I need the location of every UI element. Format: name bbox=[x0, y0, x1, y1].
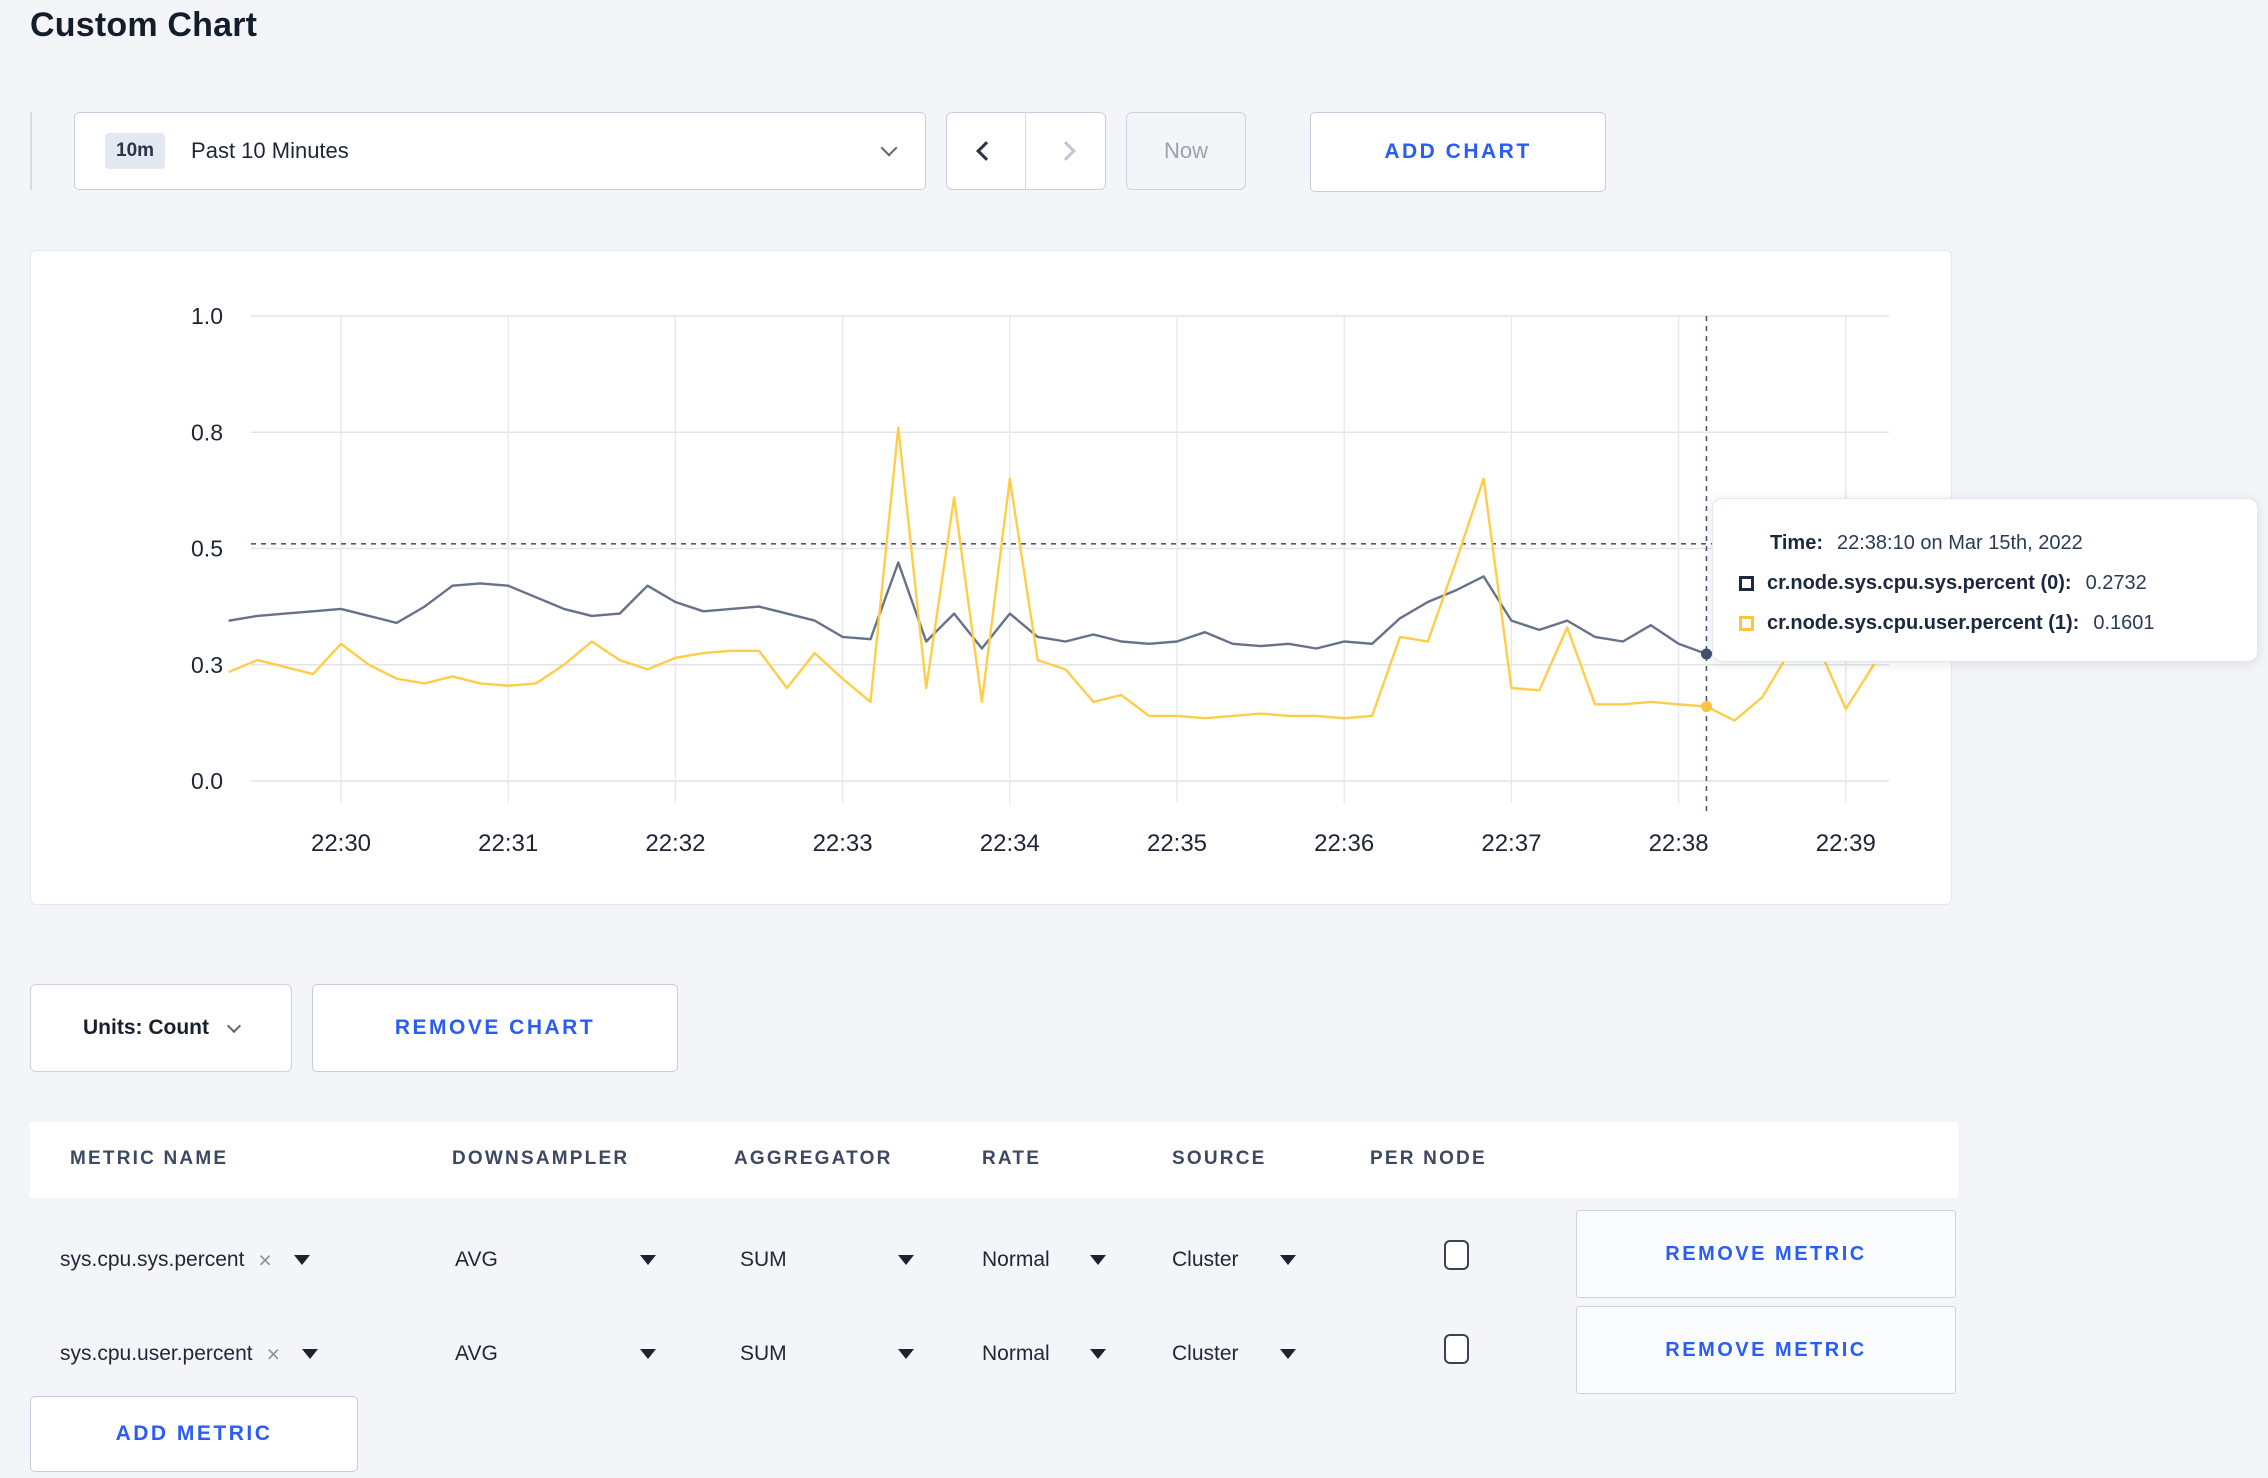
now-button[interactable]: Now bbox=[1126, 112, 1246, 190]
tooltip-time-label: Time: bbox=[1770, 531, 1823, 554]
per-node-checkbox[interactable] bbox=[1444, 1240, 1469, 1270]
svg-text:22:35: 22:35 bbox=[1147, 830, 1207, 857]
clear-metric-icon[interactable]: × bbox=[267, 1341, 280, 1368]
clear-metric-icon[interactable]: × bbox=[258, 1247, 271, 1274]
chevron-right-icon bbox=[1055, 141, 1076, 161]
source-select[interactable]: Cluster bbox=[1172, 1334, 1296, 1374]
add-chart-button[interactable]: ADD CHART bbox=[1310, 112, 1606, 192]
svg-text:22:39: 22:39 bbox=[1816, 830, 1876, 857]
svg-text:1.0: 1.0 bbox=[191, 303, 223, 329]
caret-down-icon bbox=[898, 1349, 914, 1359]
add-metric-button[interactable]: ADD METRIC bbox=[30, 1396, 358, 1472]
svg-text:22:38: 22:38 bbox=[1649, 830, 1709, 857]
tooltip-series-name: cr.node.sys.cpu.sys.percent (0): bbox=[1767, 571, 2072, 594]
prev-window-button[interactable] bbox=[947, 113, 1026, 189]
rate-value: Normal bbox=[982, 1248, 1050, 1271]
tooltip-time-row: Time: 22:38:10 on Mar 15th, 2022 bbox=[1739, 523, 2247, 563]
column-header-downsampler: DOWNSAMPLER bbox=[452, 1148, 630, 1169]
svg-text:22:32: 22:32 bbox=[645, 830, 705, 857]
svg-text:22:34: 22:34 bbox=[980, 830, 1040, 857]
time-range-badge: 10m bbox=[105, 133, 166, 169]
tooltip-series-name: cr.node.sys.cpu.user.percent (1): bbox=[1767, 611, 2080, 634]
column-header-per-node: PER NODE bbox=[1370, 1148, 1487, 1169]
time-range-select[interactable]: 10m Past 10 Minutes bbox=[74, 112, 926, 190]
downsampler-value: AVG bbox=[455, 1248, 498, 1271]
downsampler-select[interactable]: AVG bbox=[455, 1334, 656, 1374]
aggregator-select[interactable]: SUM bbox=[740, 1240, 914, 1280]
units-select[interactable]: Units: Count bbox=[30, 984, 292, 1072]
next-window-button[interactable] bbox=[1026, 113, 1105, 189]
remove-chart-button[interactable]: REMOVE CHART bbox=[312, 984, 678, 1072]
svg-text:22:36: 22:36 bbox=[1314, 830, 1374, 857]
source-select[interactable]: Cluster bbox=[1172, 1240, 1296, 1280]
caret-down-icon bbox=[1280, 1255, 1296, 1265]
caret-down-icon bbox=[1280, 1349, 1296, 1359]
caret-down-icon bbox=[640, 1349, 656, 1359]
downsampler-value: AVG bbox=[455, 1342, 498, 1365]
svg-text:0.0: 0.0 bbox=[191, 768, 223, 794]
aggregator-value: SUM bbox=[740, 1248, 787, 1271]
svg-text:22:33: 22:33 bbox=[813, 830, 873, 857]
svg-text:22:31: 22:31 bbox=[478, 830, 538, 857]
source-value: Cluster bbox=[1172, 1342, 1239, 1365]
time-window-nav bbox=[946, 112, 1106, 190]
column-header-rate: RATE bbox=[982, 1148, 1042, 1169]
svg-text:22:30: 22:30 bbox=[311, 830, 371, 857]
time-range-label: Past 10 Minutes bbox=[191, 138, 349, 163]
caret-down-icon bbox=[898, 1255, 914, 1265]
page-title: Custom Chart bbox=[30, 6, 258, 44]
caret-down-icon bbox=[640, 1255, 656, 1265]
toolbar-divider bbox=[30, 112, 32, 190]
metrics-table-header: METRIC NAME DOWNSAMPLER AGGREGATOR RATE … bbox=[30, 1122, 1958, 1198]
remove-metric-button[interactable]: REMOVE METRIC bbox=[1576, 1210, 1956, 1298]
tooltip-series-row: cr.node.sys.cpu.user.percent (1): 0.1601 bbox=[1739, 603, 2247, 643]
tooltip-series-value: 0.1601 bbox=[2093, 611, 2155, 634]
user-series-swatch-icon bbox=[1739, 615, 1754, 631]
aggregator-select[interactable]: SUM bbox=[740, 1334, 914, 1374]
cpu-usage-chart[interactable]: 0.0 0.3 0.5 0.8 1.0 22:30 22:31 22:32 22:33 22:34… bbox=[31, 251, 1953, 906]
metric-name-select[interactable]: sys.cpu.user.percent × bbox=[60, 1334, 319, 1374]
remove-metric-button[interactable]: REMOVE METRIC bbox=[1576, 1306, 1956, 1394]
caret-down-icon bbox=[1090, 1349, 1106, 1359]
column-header-aggregator: AGGREGATOR bbox=[734, 1148, 893, 1169]
svg-text:0.5: 0.5 bbox=[191, 536, 223, 562]
metric-name-value: sys.cpu.user.percent bbox=[60, 1342, 253, 1365]
units-label: Units: Count bbox=[83, 1016, 209, 1039]
chart-card: 0.0 0.3 0.5 0.8 1.0 22:30 22:31 22:32 22:33 22:34… bbox=[30, 250, 1952, 905]
svg-text:0.3: 0.3 bbox=[191, 652, 223, 678]
chevron-down-icon bbox=[226, 1018, 242, 1034]
svg-text:22:37: 22:37 bbox=[1481, 830, 1541, 857]
sys-series-swatch-icon bbox=[1739, 575, 1754, 591]
column-header-metric-name: METRIC NAME bbox=[70, 1148, 229, 1169]
downsampler-select[interactable]: AVG bbox=[455, 1240, 656, 1280]
metric-name-value: sys.cpu.sys.percent bbox=[60, 1248, 245, 1271]
caret-down-icon bbox=[1090, 1255, 1106, 1265]
chart-tooltip: Time: 22:38:10 on Mar 15th, 2022 cr.node… bbox=[1712, 498, 2258, 662]
custom-chart-page: { "page": { "title": "Custom Chart" }, "… bbox=[0, 0, 2268, 1478]
source-value: Cluster bbox=[1172, 1248, 1239, 1271]
svg-text:0.8: 0.8 bbox=[191, 419, 223, 445]
chevron-down-icon bbox=[880, 139, 898, 157]
aggregator-value: SUM bbox=[740, 1342, 787, 1365]
per-node-checkbox[interactable] bbox=[1444, 1334, 1469, 1364]
chevron-left-icon bbox=[976, 141, 996, 161]
caret-down-icon bbox=[293, 1255, 310, 1265]
tooltip-time-value: 22:38:10 on Mar 15th, 2022 bbox=[1836, 531, 2083, 554]
rate-select[interactable]: Normal bbox=[982, 1240, 1106, 1280]
column-header-source: SOURCE bbox=[1172, 1148, 1267, 1169]
tooltip-series-row: cr.node.sys.cpu.sys.percent (0): 0.2732 bbox=[1739, 563, 2247, 603]
caret-down-icon bbox=[302, 1349, 319, 1359]
rate-select[interactable]: Normal bbox=[982, 1334, 1106, 1374]
metric-name-select[interactable]: sys.cpu.sys.percent × bbox=[60, 1240, 310, 1280]
tooltip-series-value: 0.2732 bbox=[2085, 571, 2147, 594]
rate-value: Normal bbox=[982, 1342, 1050, 1365]
